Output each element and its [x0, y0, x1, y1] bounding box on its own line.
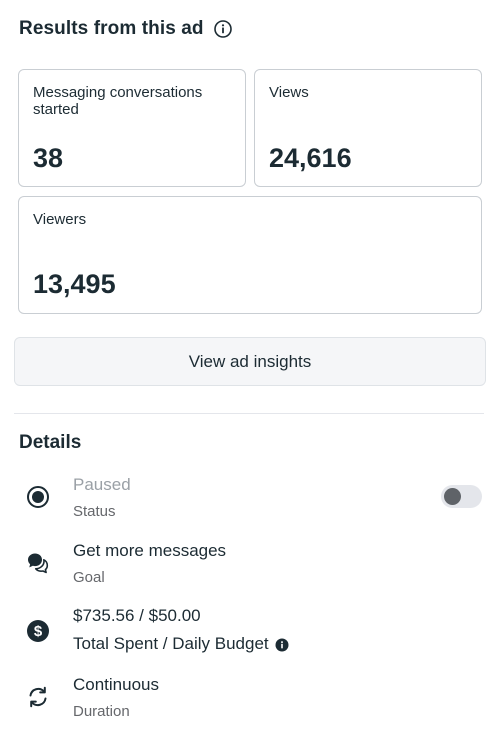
goal-label: Goal	[73, 569, 105, 586]
section-divider	[14, 413, 484, 414]
budget-label: Total Spent / Daily Budget	[73, 634, 269, 653]
card-label: Views	[269, 84, 309, 101]
views-card: Views 24,616	[254, 69, 482, 187]
budget-label-group: Total Spent / Daily Budget	[73, 634, 289, 654]
card-label: Messaging conversations started	[33, 84, 203, 118]
status-toggle[interactable]	[441, 485, 482, 508]
results-header: Results from this ad	[19, 18, 232, 40]
status-value: Paused	[73, 475, 131, 494]
goal-value: Get more messages	[73, 541, 227, 560]
info-icon[interactable]	[275, 637, 289, 652]
detail-row-goal: Get more messages Goal	[0, 541, 500, 591]
card-value: 38	[33, 143, 64, 173]
radio-status-icon	[26, 485, 50, 509]
svg-text:$: $	[34, 623, 43, 640]
detail-row-budget: $ $735.56 / $50.00 Total Spent / Daily B…	[0, 606, 500, 660]
chat-bubbles-icon	[26, 551, 50, 575]
card-label: Viewers	[33, 211, 87, 228]
duration-value: Continuous	[73, 675, 160, 694]
detail-row-status: Paused Status	[0, 475, 500, 525]
card-value: 13,495	[33, 269, 116, 299]
budget-value: $735.56 / $50.00	[73, 606, 201, 625]
messaging-conversations-card: Messaging conversations started 38	[18, 69, 246, 187]
toggle-knob	[444, 488, 461, 505]
status-label: Status	[73, 503, 116, 520]
dollar-circle-icon: $	[26, 619, 50, 643]
view-ad-insights-button[interactable]: View ad insights	[14, 337, 486, 386]
duration-label: Duration	[73, 703, 130, 720]
viewers-card: Viewers 13,495	[18, 196, 482, 314]
detail-row-duration: Continuous Duration	[0, 675, 500, 725]
card-value: 24,616	[269, 143, 352, 173]
refresh-cycle-icon	[26, 685, 50, 709]
details-title: Details	[19, 432, 82, 453]
results-title: Results from this ad	[19, 18, 204, 39]
info-icon[interactable]	[213, 20, 232, 38]
